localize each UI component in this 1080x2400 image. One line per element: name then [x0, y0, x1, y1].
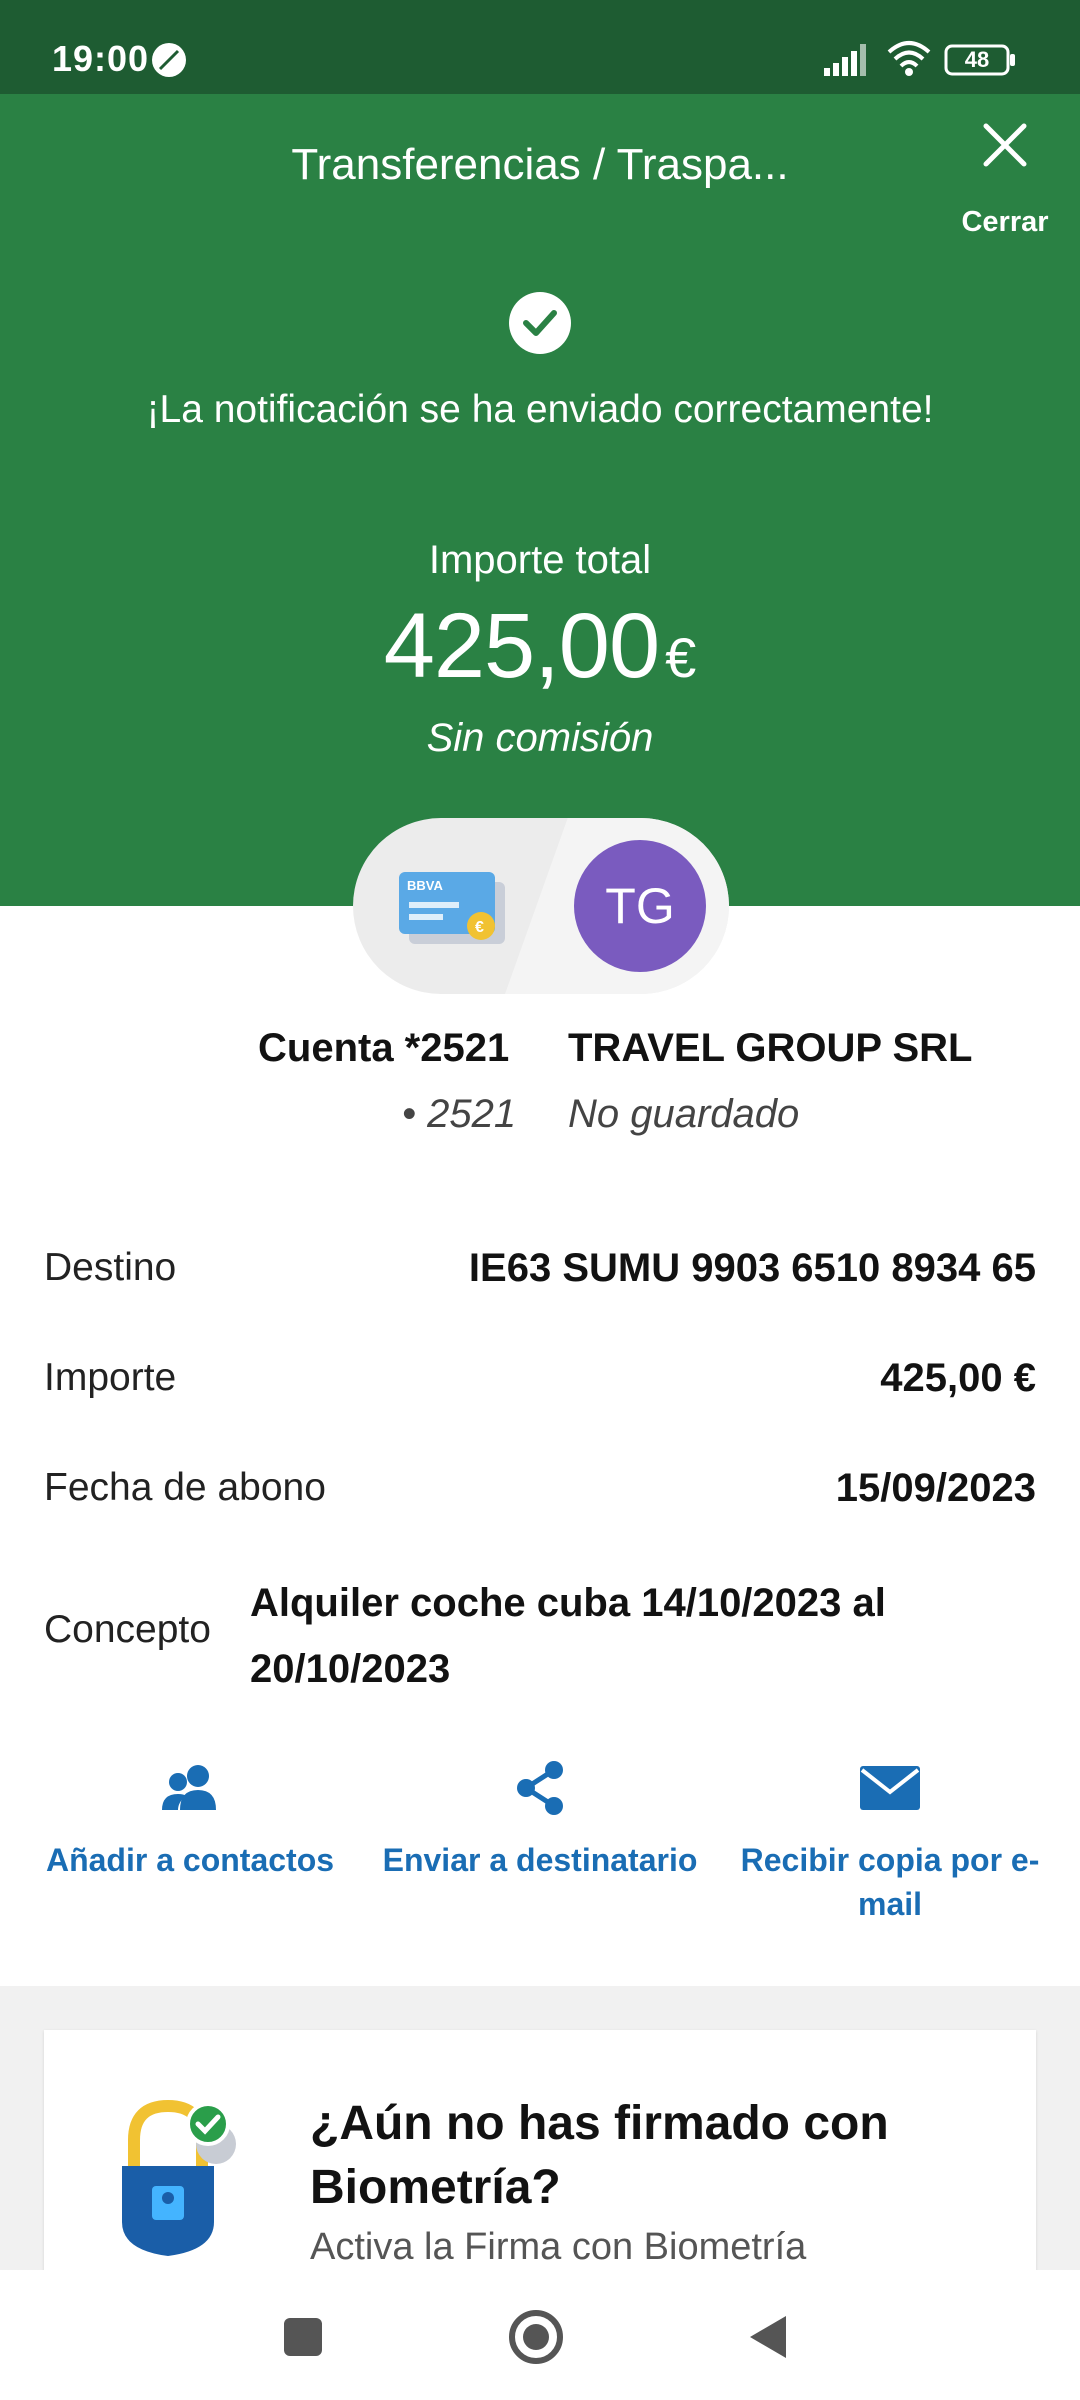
add-contact-button[interactable]: Añadir a contactos: [30, 1756, 350, 1882]
send-recipient-button[interactable]: Enviar a destinatario: [380, 1756, 700, 1882]
signal-icon: [824, 44, 866, 76]
detail-label-concepto: Concepto: [44, 1608, 211, 1651]
notification-message: ¡La notificación se ha enviado correctam…: [146, 388, 934, 431]
recipient-name: TRAVEL GROUP SRL: [568, 1026, 973, 1070]
close-label: Cerrar: [961, 206, 1049, 238]
detail-label-fecha: Fecha de abono: [44, 1466, 326, 1509]
detail-value-concepto: Alquiler coche cuba 14/10/2023 al 20/10/…: [250, 1581, 886, 1691]
card-icon: BBVA €: [399, 872, 505, 944]
biometrics-title: ¿Aún no has firmado con Biometría?: [310, 2097, 889, 2214]
email-copy-button[interactable]: Recibir copia por e-mail: [730, 1756, 1050, 1926]
promo-section: ¿Aún no has firmado con Biometría? Activ…: [0, 1986, 1080, 2290]
total-label: Importe total: [428, 538, 652, 582]
home-button[interactable]: [507, 2308, 565, 2366]
back-button[interactable]: [748, 2314, 788, 2360]
email-copy-label: Recibir copia por e-mail: [740, 1842, 1040, 1922]
success-check-icon: [509, 292, 571, 354]
card-brand: BBVA: [407, 878, 443, 893]
detail-label-importe: Importe: [44, 1356, 177, 1399]
share-icon: [517, 1761, 563, 1815]
wifi-icon: [887, 41, 931, 76]
detail-value-destino: IE63 SUMU 9903 6510 8934 65: [468, 1246, 1036, 1290]
recent-apps-button[interactable]: [284, 2318, 322, 2356]
biometrics-card[interactable]: ¿Aún no has firmado con Biometría? Activ…: [44, 2030, 1036, 2290]
status-bar: 19:00 48: [0, 0, 1080, 94]
leaf-icon: [152, 43, 186, 77]
system-nav-bar: [0, 2270, 1080, 2400]
close-button[interactable]: Cerrar: [950, 114, 1060, 238]
recipient-status: No guardado: [568, 1092, 800, 1136]
header: Transferencias / Traspa... Cerrar ¡La no…: [0, 94, 1080, 906]
close-icon: [983, 123, 1027, 167]
detail-value-importe: 425,00 €: [880, 1356, 1036, 1400]
origin-account-name: Cuenta *2521: [258, 1026, 510, 1070]
status-time: 19:00: [52, 38, 150, 79]
fee-text: Sin comisión: [426, 716, 654, 760]
add-contact-label: Añadir a contactos: [45, 1842, 335, 1878]
lock-biometrics-icon: [122, 2100, 236, 2256]
svg-text:€: €: [475, 919, 484, 936]
origin-account-number: • 2521: [402, 1092, 517, 1136]
total-amount-currency: €: [665, 626, 697, 689]
battery-level: 48: [964, 47, 990, 72]
page-title: Transferencias / Traspa...: [291, 140, 789, 189]
mail-icon: [860, 1766, 920, 1810]
contacts-icon: [162, 1765, 216, 1810]
avatar: TG: [574, 840, 706, 972]
biometrics-subtitle: Activa la Firma con Biometría: [310, 2226, 807, 2268]
detail-value-fecha: 15/09/2023: [835, 1466, 1036, 1510]
total-amount-value: 425,00: [383, 595, 660, 697]
transfer-pill: BBVA € TG: [353, 818, 729, 994]
detail-label-destino: Destino: [44, 1246, 177, 1289]
send-recipient-label: Enviar a destinatario: [382, 1842, 698, 1878]
total-amount: 425,00 €: [0, 594, 1080, 699]
